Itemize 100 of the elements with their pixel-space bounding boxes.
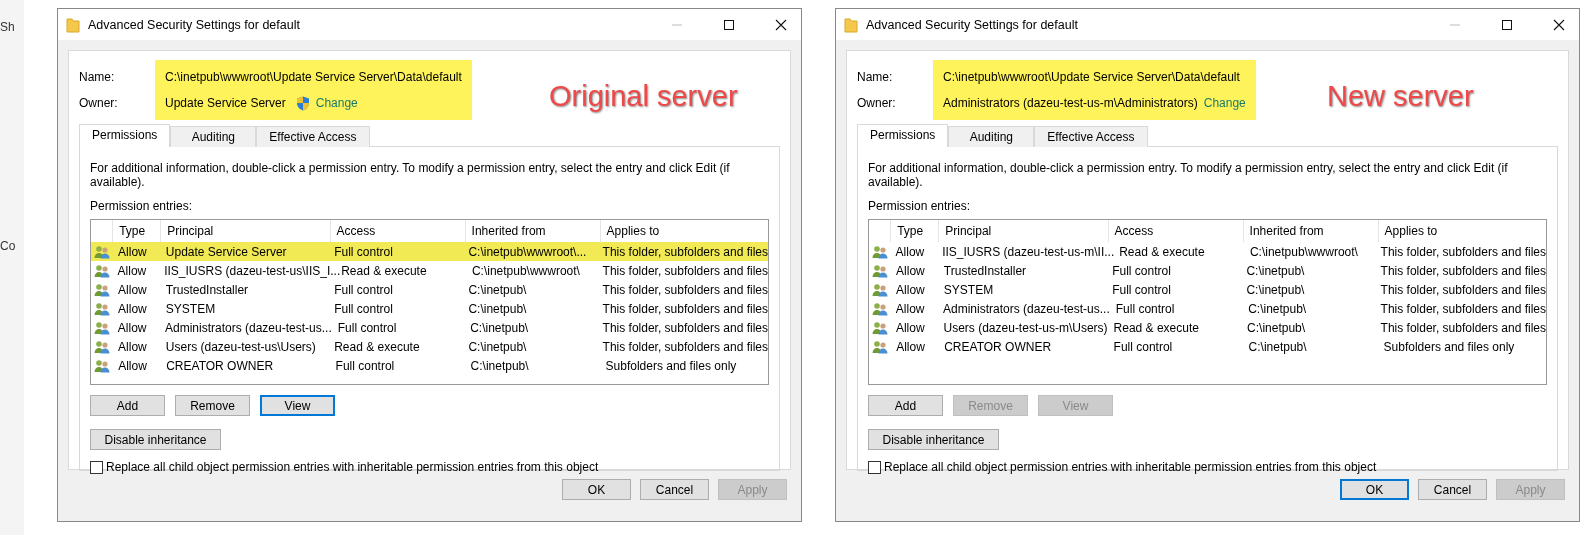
- table-cell-text: Allow: [117, 358, 148, 373]
- table-cell-text: IIS_IUSRS (dazeu-test-us-m\II...: [941, 244, 1114, 259]
- name-value: C:\inetpub\wwwroot\Update Service Server\Data\default: [943, 70, 1240, 84]
- table-cell-text: Allow: [894, 320, 926, 335]
- table-row[interactable]: Allow Administrators (dazeu-test-us... Full control C:\inetpub\ This folder, subfolders and files: [869, 299, 1546, 318]
- table-row[interactable]: Allow SYSTEM Full control C:\inetpub\ This folder, subfolders and files: [869, 280, 1546, 299]
- entry-button[interactable]: Add: [90, 395, 165, 416]
- table-row[interactable]: Allow Users (dazeu-test-us\Users) Read & execute C:\inetpub\ This folder, subfolders and files: [91, 337, 768, 356]
- table-cell-text: Allow: [117, 339, 148, 354]
- dialog-button[interactable]: Cancel: [640, 479, 709, 500]
- table-cell-text: C:\inetpub\wwwroot\: [1248, 244, 1359, 259]
- table-row[interactable]: Allow CREATOR OWNER Full control C:\inetpub\ Subfolders and files only: [869, 337, 1546, 356]
- table-cell-text: C:\inetpub\: [1246, 320, 1307, 335]
- users-icon: [872, 244, 888, 259]
- entry-button[interactable]: Remove: [175, 395, 250, 416]
- tab[interactable]: Effective Access: [256, 126, 370, 147]
- table-cell-text: Read & execute: [333, 339, 421, 354]
- table-cell-text: This folder, subfolders and files: [601, 244, 768, 259]
- table-cell-text: Allow: [894, 244, 926, 259]
- info-text: For additional information, double-click a permission entry. To modify a permission entry, select the entry and click Edit (if available).: [90, 161, 731, 189]
- table-row[interactable]: Allow IIS_IUSRS (dazeu-test-us-m\II... Read & execute C:\inetpub\wwwroot\ This folder, subfolders and files: [869, 242, 1546, 261]
- owner-label: Owner:: [79, 96, 118, 110]
- table-row[interactable]: Allow TrustedInstaller Full control C:\inetpub\ This folder, subfolders and files: [91, 280, 768, 299]
- users-icon: [872, 301, 888, 316]
- tab[interactable]: Auditing: [948, 126, 1035, 147]
- table-row[interactable]: Allow TrustedInstaller Full control C:\inetpub\ This folder, subfolders and files: [869, 261, 1546, 280]
- folder-icon: [66, 16, 80, 33]
- tab[interactable]: Effective Access: [1034, 126, 1148, 147]
- maximize-icon[interactable]: [723, 18, 735, 31]
- table-cell-text: C:\inetpub\: [1245, 263, 1306, 278]
- column-header[interactable]: Applies to: [1377, 220, 1546, 242]
- checkbox[interactable]: [90, 460, 103, 474]
- column-header[interactable]: Inherited from: [1242, 220, 1378, 242]
- table-cell-text: This folder, subfolders and files: [1379, 244, 1546, 259]
- table-cell-text: Full control: [333, 301, 394, 316]
- table-row[interactable]: Allow Administrators (dazeu-test-us... Full control C:\inetpub\ This folder, subfolders and files: [91, 318, 768, 337]
- background-window-text: Sh: [0, 20, 16, 34]
- dialog-button[interactable]: OK: [562, 479, 631, 500]
- change-link[interactable]: Change: [1203, 96, 1246, 110]
- table-cell-text: C:\inetpub\: [1247, 339, 1308, 354]
- window-title: Advanced Security Settings for default: [866, 17, 1078, 32]
- table-row[interactable]: Allow CREATOR OWNER Full control C:\inetpub\ Subfolders and files only: [91, 356, 768, 375]
- table-cell-text: Allow: [895, 263, 926, 278]
- table-cell-text: Full control: [333, 282, 394, 297]
- table-cell-text: Subfolders and files only: [604, 358, 738, 373]
- table-cell-text: This folder, subfolders and files: [1379, 320, 1546, 335]
- tab[interactable]: Permissions: [79, 124, 171, 147]
- entry-button[interactable]: Add: [868, 395, 943, 416]
- table-cell-text: CREATOR OWNER: [943, 339, 1053, 354]
- users-icon: [94, 339, 110, 354]
- column-header[interactable]: Principal: [938, 220, 1108, 242]
- checkbox-label: Replace all child object permission entries with inheritable permission entries from this object: [884, 460, 1377, 474]
- background-window-text: Co: [0, 239, 17, 253]
- window-title: Advanced Security Settings for default: [88, 17, 300, 32]
- table-cell-text: Full control: [334, 358, 396, 373]
- table-cell-text: C:\inetpub\wwwroot\...: [467, 244, 588, 259]
- tab[interactable]: Auditing: [170, 126, 257, 147]
- maximize-icon[interactable]: [1501, 18, 1513, 31]
- disable-inheritance-button[interactable]: Disable inheritance: [868, 429, 999, 450]
- close-icon[interactable]: [1553, 18, 1565, 31]
- table-cell-text: Full control: [336, 320, 398, 335]
- column-header[interactable]: Type: [890, 220, 939, 242]
- table-cell-text: This folder, subfolders and files: [601, 339, 768, 354]
- table-cell-text: Allow: [895, 282, 926, 297]
- table-cell-text: Administrators (dazeu-test-us...: [164, 320, 332, 335]
- table-row[interactable]: Allow Update Service Server Full control C:\inetpub\wwwroot\... This folder, subfolders and files: [91, 242, 768, 261]
- disable-inheritance-button[interactable]: Disable inheritance: [90, 429, 221, 450]
- table-cell-text: C:\inetpub\: [469, 320, 530, 335]
- folder-icon: [844, 16, 858, 33]
- table-row[interactable]: Allow SYSTEM Full control C:\inetpub\ This folder, subfolders and files: [91, 299, 768, 318]
- entry-button[interactable]: View: [260, 395, 335, 416]
- table-cell-text: C:\inetpub\: [1245, 282, 1306, 297]
- column-header[interactable]: Access: [1107, 220, 1243, 242]
- checkbox[interactable]: [868, 460, 881, 474]
- table-row[interactable]: Allow Users (dazeu-test-us-m\Users) Read & execute C:\inetpub\ This folder, subfolders and files: [869, 318, 1546, 337]
- table-cell-text: Full control: [333, 244, 394, 259]
- name-value: C:\inetpub\wwwroot\Update Service Server\Data\default: [165, 70, 462, 84]
- table-cell-text: This folder, subfolders and files: [1379, 301, 1546, 316]
- owner-label: Owner:: [857, 96, 896, 110]
- table-row[interactable]: Allow IIS_IUSRS (dazeu-test-us\IIS_I...Read & execute C:\inetpub\wwwroot\ This folder, subfolders and files: [91, 261, 768, 280]
- close-icon[interactable]: [775, 18, 787, 31]
- change-link[interactable]: Change: [315, 96, 358, 110]
- table-cell-text: TrustedInstaller: [164, 282, 250, 297]
- dialog-button[interactable]: Cancel: [1418, 479, 1487, 500]
- users-icon: [94, 358, 110, 373]
- table-cell-text: Allow: [116, 263, 148, 278]
- table-cell-text: SYSTEM: [164, 301, 217, 316]
- table-cell-text: This folder, subfolders and files: [1379, 263, 1546, 278]
- table-cell-text: Administrators (dazeu-test-us...: [942, 301, 1110, 316]
- table-cell-text: C:\inetpub\: [467, 339, 528, 354]
- tab[interactable]: Permissions: [857, 124, 949, 147]
- dialog-button[interactable]: OK: [1340, 479, 1409, 500]
- table-cell-text: Allow: [895, 339, 926, 354]
- name-label: Name:: [857, 70, 893, 84]
- table-cell-text: C:\inetpub\: [469, 358, 530, 373]
- table-cell-text: This folder, subfolders and files: [601, 301, 768, 316]
- table-cell-text: C:\inetpub\wwwroot\: [470, 263, 581, 278]
- owner-value: Update Service Server: [165, 96, 286, 110]
- table-cell-text: This folder, subfolders and files: [1379, 282, 1546, 297]
- table-cell-text: Read & execute: [1118, 244, 1206, 259]
